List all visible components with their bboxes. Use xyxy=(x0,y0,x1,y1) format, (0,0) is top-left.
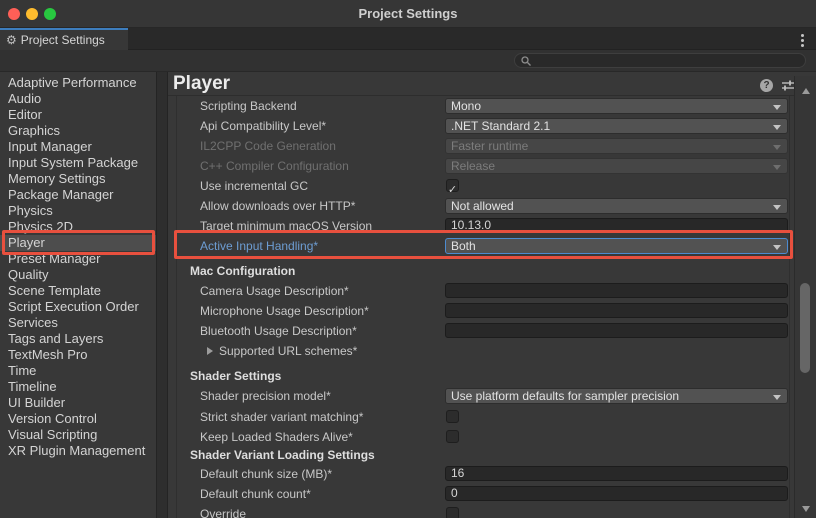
sidebar-item-physics[interactable]: Physics xyxy=(0,203,156,219)
row-use-incremental-gc: Use incremental GC ✓ xyxy=(168,178,794,195)
section-mac-configuration: Mac Configuration xyxy=(168,263,794,280)
sidebar-item-memory-settings[interactable]: Memory Settings xyxy=(0,171,156,187)
override-checkbox[interactable]: ✓ xyxy=(446,507,459,518)
check-icon: ✓ xyxy=(448,183,457,196)
sidebar-item-timeline[interactable]: Timeline xyxy=(0,379,156,395)
section-shader-settings: Shader Settings xyxy=(168,368,794,385)
title-bar: Project Settings xyxy=(0,0,816,28)
row-camera-usage-description: Camera Usage Description* xyxy=(168,283,794,300)
sidebar-item-visual-scripting[interactable]: Visual Scripting xyxy=(0,427,156,443)
scroll-up-icon[interactable] xyxy=(802,88,810,94)
chevron-down-icon xyxy=(773,105,781,110)
allow-downloads-http-dropdown[interactable]: Not allowed xyxy=(445,198,788,214)
sidebar-item-ui-builder[interactable]: UI Builder xyxy=(0,395,156,411)
sidebar-splitter[interactable] xyxy=(156,72,168,518)
sidebar-item-physics-2d[interactable]: Physics 2D xyxy=(0,219,156,235)
scroll-down-icon[interactable] xyxy=(802,506,810,512)
sidebar-item-textmesh-pro[interactable]: TextMesh Pro xyxy=(0,347,156,363)
row-strict-shader-variant-matching: Strict shader variant matching* ✓ xyxy=(168,409,794,426)
sidebar-item-package-manager[interactable]: Package Manager xyxy=(0,187,156,203)
tab-project-settings[interactable]: ⚙ Project Settings xyxy=(0,28,128,50)
sidebar-item-script-execution-order[interactable]: Script Execution Order xyxy=(0,299,156,315)
il2cpp-code-generation-dropdown: Faster runtime xyxy=(445,138,788,154)
row-default-chunk-count: Default chunk count* 0 xyxy=(168,486,794,503)
divider xyxy=(168,95,794,96)
scrollbar-thumb[interactable] xyxy=(800,283,810,373)
row-il2cpp-code-generation: IL2CPP Code Generation Faster runtime xyxy=(168,138,794,155)
row-target-minimum-macos-version: Target minimum macOS Version 10.13.0 xyxy=(168,218,794,235)
sidebar-item-editor[interactable]: Editor xyxy=(0,107,156,123)
row-default-chunk-size: Default chunk size (MB)* 16 xyxy=(168,466,794,483)
sidebar-item-xr-plugin-management[interactable]: XR Plugin Management xyxy=(0,443,156,459)
scripting-backend-dropdown[interactable]: Mono xyxy=(445,98,788,114)
sidebar-item-adaptive-performance[interactable]: Adaptive Performance xyxy=(0,75,156,91)
chevron-down-icon xyxy=(773,395,781,400)
sidebar-item-time[interactable]: Time xyxy=(0,363,156,379)
shader-precision-model-dropdown[interactable]: Use platform defaults for sampler precis… xyxy=(445,388,788,404)
row-bluetooth-usage-description: Bluetooth Usage Description* xyxy=(168,323,794,340)
chevron-down-icon xyxy=(773,125,781,130)
row-microphone-usage-description: Microphone Usage Description* xyxy=(168,303,794,320)
row-keep-loaded-shaders-alive: Keep Loaded Shaders Alive* ✓ xyxy=(168,429,794,446)
window-more-menu-icon[interactable] xyxy=(801,39,804,42)
sidebar-item-version-control[interactable]: Version Control xyxy=(0,411,156,427)
use-incremental-gc-checkbox[interactable]: ✓ xyxy=(446,179,459,192)
sidebar-item-tags-and-layers[interactable]: Tags and Layers xyxy=(0,331,156,347)
api-compatibility-dropdown[interactable]: .NET Standard 2.1 xyxy=(445,118,788,134)
sidebar-item-services[interactable]: Services xyxy=(0,315,156,331)
search-icon xyxy=(520,55,532,67)
sidebar-item-input-manager[interactable]: Input Manager xyxy=(0,139,156,155)
gear-icon: ⚙ xyxy=(6,34,17,46)
sidebar-item-scene-template[interactable]: Scene Template xyxy=(0,283,156,299)
tab-label: Project Settings xyxy=(21,33,105,47)
chevron-down-icon xyxy=(773,145,781,150)
page-title: Player xyxy=(173,73,230,95)
sidebar-item-graphics[interactable]: Graphics xyxy=(0,123,156,139)
sidebar-item-player[interactable]: Player xyxy=(0,235,156,251)
sidebar-item-audio[interactable]: Audio xyxy=(0,91,156,107)
bluetooth-usage-description-field[interactable] xyxy=(445,323,788,338)
chevron-down-icon xyxy=(773,245,781,250)
row-api-compatibility-level: Api Compatibility Level* .NET Standard 2… xyxy=(168,118,794,135)
sidebar-item-quality[interactable]: Quality xyxy=(0,267,156,283)
sidebar-item-input-system-package[interactable]: Input System Package xyxy=(0,155,156,171)
settings-category-list: Adaptive Performance Audio Editor Graphi… xyxy=(0,72,156,518)
sidebar-item-preset-manager[interactable]: Preset Manager xyxy=(0,251,156,267)
row-allow-downloads-over-http: Allow downloads over HTTP* Not allowed xyxy=(168,198,794,215)
target-macos-version-field[interactable]: 10.13.0 xyxy=(445,218,788,233)
microphone-usage-description-field[interactable] xyxy=(445,303,788,318)
section-shader-variant-loading-settings: Shader Variant Loading Settings xyxy=(168,447,794,464)
help-icon[interactable]: ? xyxy=(760,79,773,92)
cpp-compiler-configuration-dropdown: Release xyxy=(445,158,788,174)
default-chunk-size-field[interactable]: 16 xyxy=(445,466,788,481)
player-settings-panel: Player ? Scripting Backend Mono Api Comp… xyxy=(168,72,816,518)
row-cpp-compiler-configuration: C++ Compiler Configuration Release xyxy=(168,158,794,175)
row-shader-precision-model: Shader precision model* Use platform def… xyxy=(168,388,794,405)
row-active-input-handling: Active Input Handling* Both xyxy=(168,238,794,255)
chevron-down-icon xyxy=(773,205,781,210)
vertical-scrollbar[interactable] xyxy=(794,76,816,518)
row-override: Override ✓ xyxy=(168,506,794,518)
row-scripting-backend: Scripting Backend Mono xyxy=(168,98,794,115)
toolbar xyxy=(0,50,816,72)
active-input-handling-dropdown[interactable]: Both xyxy=(445,238,788,254)
search-input[interactable] xyxy=(514,53,806,68)
presets-icon[interactable] xyxy=(781,79,795,92)
foldout-arrow-icon xyxy=(207,347,213,355)
chevron-down-icon xyxy=(773,165,781,170)
keep-loaded-shaders-alive-checkbox[interactable]: ✓ xyxy=(446,430,459,443)
default-chunk-count-field[interactable]: 0 xyxy=(445,486,788,501)
window-title: Project Settings xyxy=(0,0,816,28)
row-supported-url-schemes[interactable]: Supported URL schemes* xyxy=(168,343,794,360)
tab-strip: ⚙ Project Settings xyxy=(0,28,816,50)
camera-usage-description-field[interactable] xyxy=(445,283,788,298)
strict-shader-variant-matching-checkbox[interactable]: ✓ xyxy=(446,410,459,423)
